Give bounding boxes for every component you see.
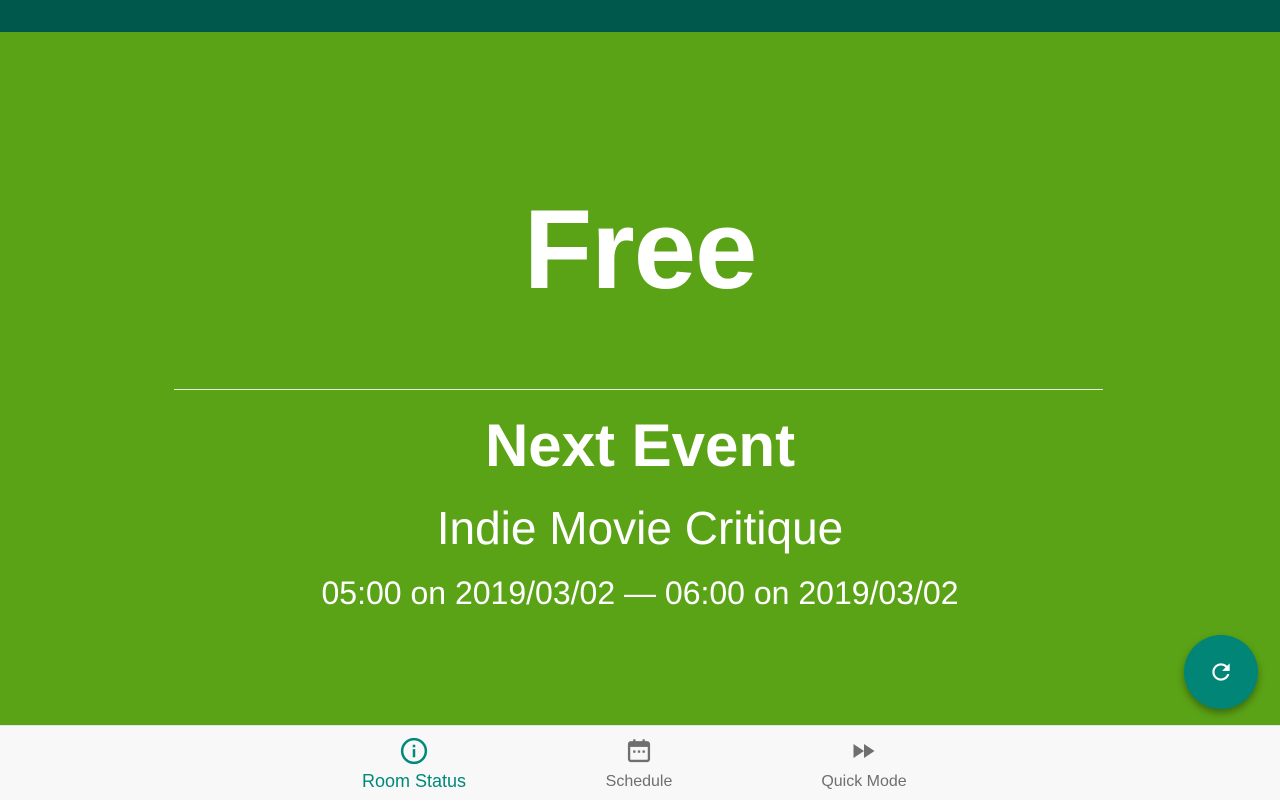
next-event-title: Indie Movie Critique [436, 502, 844, 554]
bottom-navigation: Room Status Schedule Quick Mode [0, 725, 1280, 800]
nav-item-label: Quick Mode [821, 773, 907, 790]
refresh-icon [1208, 659, 1234, 685]
calendar-icon [624, 736, 654, 766]
nav-item-schedule[interactable]: Schedule [549, 726, 729, 801]
fast-forward-icon [849, 736, 879, 766]
nav-item-label: Schedule [605, 773, 673, 790]
system-status-bar [0, 0, 1280, 32]
nav-item-quick-mode[interactable]: Quick Mode [774, 726, 954, 801]
next-event-heading: Next Event [484, 412, 796, 479]
divider [174, 389, 1103, 390]
nav-item-label: Room Status [361, 771, 467, 791]
nav-item-room-status[interactable]: Room Status [324, 726, 504, 801]
refresh-button[interactable] [1184, 635, 1258, 709]
room-status-panel: Free Next Event Indie Movie Critique 05:… [0, 32, 1280, 725]
next-event-time: 05:00 on 2019/03/02 — 06:00 on 2019/03/0… [321, 575, 959, 611]
info-icon [399, 736, 429, 766]
room-status-text: Free [523, 187, 758, 312]
